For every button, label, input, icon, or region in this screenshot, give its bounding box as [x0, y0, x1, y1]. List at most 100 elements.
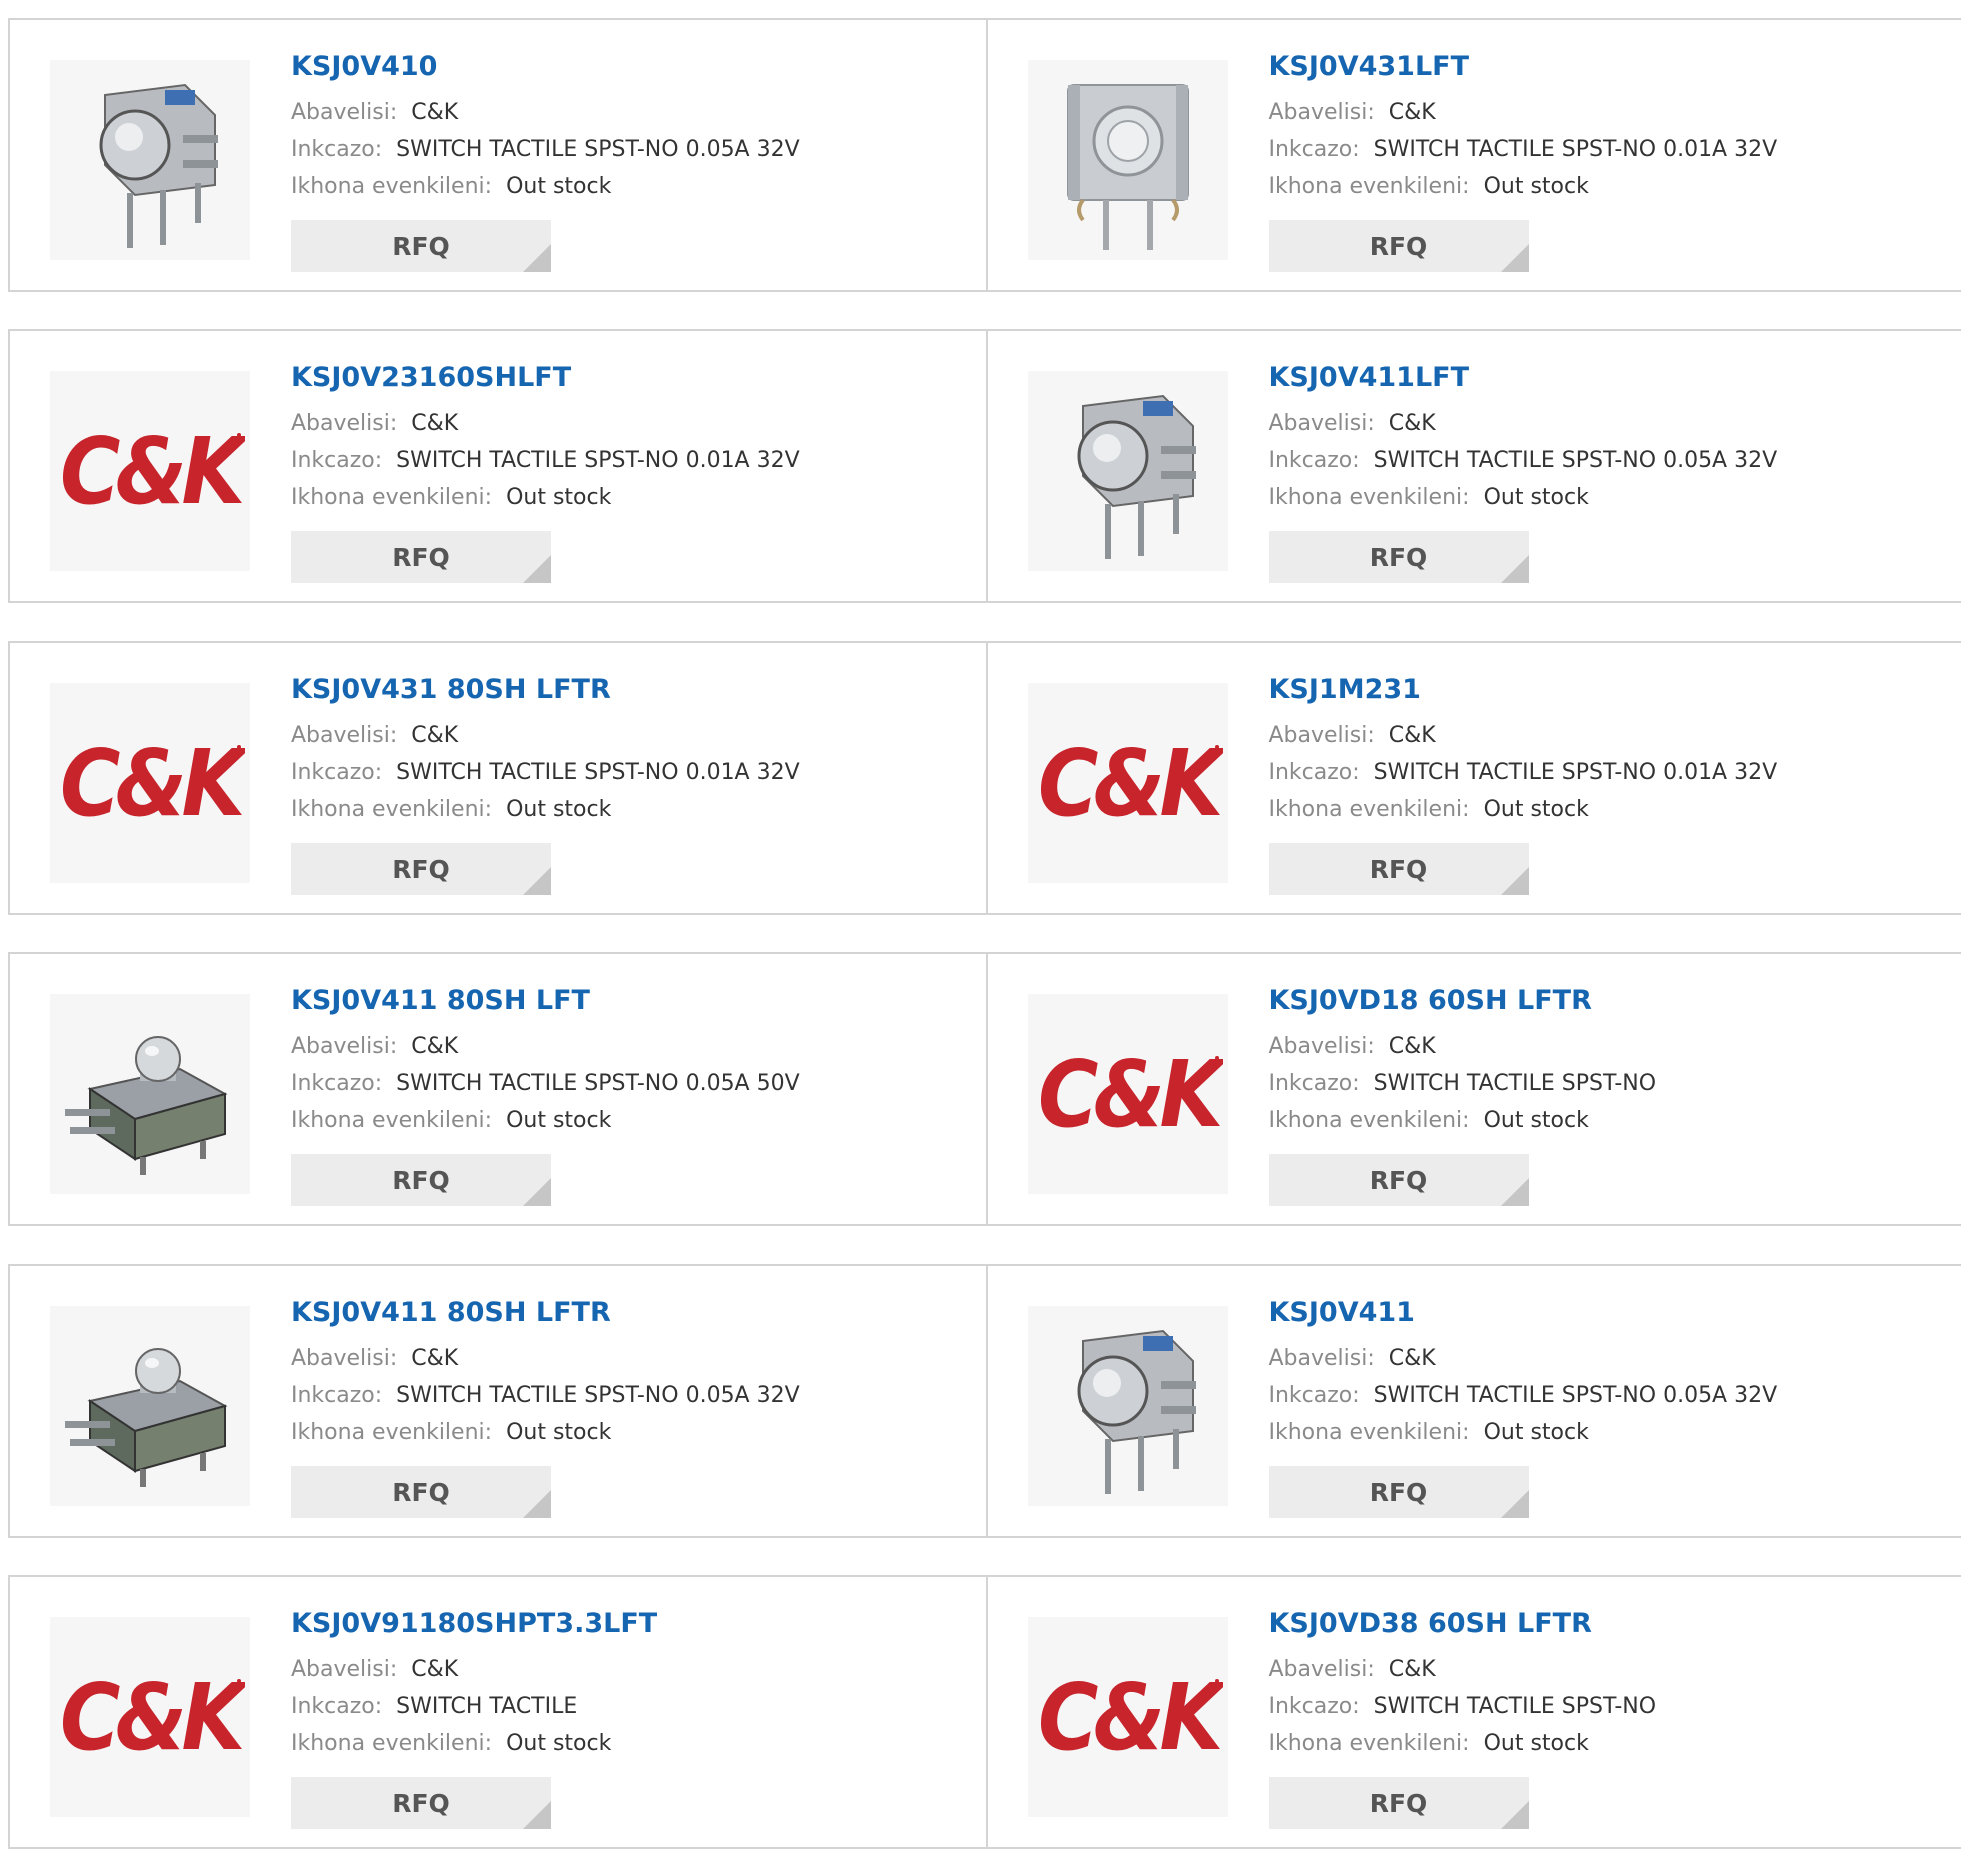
description-value: SWITCH TACTILE SPST-NO 0.01A 32V: [1374, 760, 1777, 785]
description-line: Inkcazo:SWITCH TACTILE SPST-NO 0.05A 32V: [291, 1377, 800, 1414]
description-line: Inkcazo: SWITCH TACTILE SPST-NO: [1269, 1688, 1657, 1725]
product-image[interactable]: C&K: [50, 683, 250, 883]
svg-text:C&K: C&K: [60, 421, 245, 521]
manufacturer-label: Abavelisi:: [291, 1657, 397, 1682]
rfq-label: RFQ: [1370, 1166, 1428, 1195]
description-line: Inkcazo:SWITCH TACTILE SPST-NO 0.01A 32V: [1269, 754, 1778, 791]
stock-line: Ikhona evenkileni: Out stock: [291, 479, 800, 516]
description-line: Inkcazo:SWITCH TACTILE SPST-NO 0.01A 32V: [1269, 131, 1778, 168]
manufacturer-label: Abavelisi:: [1269, 1346, 1375, 1371]
manufacturer-value: C&K: [411, 411, 458, 436]
corner-icon: [523, 555, 551, 583]
manufacturer-label: Abavelisi:: [1269, 411, 1375, 436]
rfq-button[interactable]: RFQ: [291, 220, 551, 272]
manufacturer-value: C&K: [411, 1034, 458, 1059]
manufacturer-label: Abavelisi:: [291, 1034, 397, 1059]
product-info: KSJ0VD38 60SH LFTR Abavelisi:C&K Inkcazo…: [1269, 1605, 1657, 1762]
description-value: SWITCH TACTILE SPST-NO: [1374, 1694, 1656, 1719]
svg-text:C&K: C&K: [1038, 1044, 1223, 1144]
stock-label: Ikhona evenkileni:: [291, 1731, 492, 1756]
manufacturer-line: Abavelisi: C&K: [291, 1028, 800, 1065]
part-number-link[interactable]: KSJ0VD38 60SH LFTR: [1269, 1605, 1657, 1651]
product-image[interactable]: C&K: [50, 371, 250, 571]
description-value: SWITCH TACTILE SPST-NO 0.01A 32V: [1374, 137, 1777, 162]
part-number-link[interactable]: KSJ0V411 80SH LFTR: [291, 1294, 800, 1340]
manufacturer-value: C&K: [1389, 723, 1436, 748]
manufacturer-value: C&K: [1389, 1657, 1436, 1682]
stock-label: Ikhona evenkileni:: [1269, 1731, 1470, 1756]
part-number-link[interactable]: KSJ1M231: [1269, 671, 1778, 717]
description-label: Inkcazo:: [1269, 448, 1360, 473]
product-image[interactable]: [1028, 60, 1228, 260]
rfq-label: RFQ: [1370, 1789, 1428, 1818]
rfq-button[interactable]: RFQ: [291, 1777, 551, 1829]
rfq-button[interactable]: RFQ: [1269, 220, 1529, 272]
product-row: C&K KSJ0V23160SHLFT Abavelisi:C&K Inkcaz…: [8, 329, 1961, 603]
stock-line: Ikhona evenkileni:Out stock: [1269, 479, 1778, 516]
rfq-button[interactable]: RFQ: [291, 1154, 551, 1206]
tactile-switch-side-icon: [1043, 376, 1213, 566]
description-label: Inkcazo:: [1269, 1694, 1360, 1719]
product-info: KSJ0V23160SHLFT Abavelisi:C&K Inkcazo:SW…: [291, 359, 800, 516]
product-image[interactable]: [50, 994, 250, 1194]
part-number-link[interactable]: KSJ0V411: [1269, 1294, 1778, 1340]
corner-icon: [1501, 1801, 1529, 1829]
stock-label: Ikhona evenkileni:: [1269, 485, 1470, 510]
part-number-link[interactable]: KSJ0V431 80SH LFTR: [291, 671, 800, 717]
description-label: Inkcazo:: [291, 137, 382, 162]
rfq-button[interactable]: RFQ: [1269, 1466, 1529, 1518]
svg-text:C&K: C&K: [60, 1667, 245, 1767]
manufacturer-line: Abavelisi: C&K: [1269, 1340, 1778, 1377]
part-number-link[interactable]: KSJ0V23160SHLFT: [291, 359, 800, 405]
stock-line: Ikhona evenkileni:Out stock: [291, 1102, 800, 1139]
rfq-label: RFQ: [392, 543, 450, 572]
description-value: SWITCH TACTILE SPST-NO 0.05A 32V: [1374, 448, 1777, 473]
product-row: C&K KSJ0V431 80SH LFTR Abavelisi:C&K Ink…: [8, 641, 1961, 915]
part-number-link[interactable]: KSJ0V411LFT: [1269, 359, 1778, 405]
stock-label: Ikhona evenkileni:: [1269, 797, 1470, 822]
stock-line: Ikhona evenkileni:Out stock: [291, 791, 800, 828]
part-number-link[interactable]: KSJ0V410: [291, 48, 800, 94]
description-value: SWITCH TACTILE SPST-NO 0.05A 32V: [396, 137, 799, 162]
product-image[interactable]: [50, 1306, 250, 1506]
product-card: C&K KSJ0VD38 60SH LFTR Abavelisi:C&K Ink…: [986, 1577, 1961, 1847]
product-card: C&K KSJ0V431 80SH LFTR Abavelisi:C&K Ink…: [10, 643, 986, 913]
part-number-link[interactable]: KSJ0VD18 60SH LFTR: [1269, 982, 1657, 1028]
product-card: KSJ0V411 80SH LFT Abavelisi:C&K Inkcazo:…: [10, 954, 986, 1224]
rfq-button[interactable]: RFQ: [1269, 1154, 1529, 1206]
stock-value: Out stock: [506, 485, 611, 510]
tactile-switch-side-icon: [1043, 1311, 1213, 1501]
manufacturer-value: C&K: [1389, 1346, 1436, 1371]
rfq-button[interactable]: RFQ: [1269, 1777, 1529, 1829]
product-image[interactable]: [1028, 371, 1228, 571]
description-line: Inkcazo:SWITCH TACTILE SPST-NO 0.01A 32V: [291, 754, 800, 791]
product-image[interactable]: C&K: [50, 1617, 250, 1817]
corner-icon: [1501, 1490, 1529, 1518]
description-label: Inkcazo:: [1269, 1383, 1360, 1408]
corner-icon: [523, 1801, 551, 1829]
product-info: KSJ0V91180SHPT3.3LFT Abavelisi:C&K Inkca…: [291, 1605, 657, 1762]
rfq-button[interactable]: RFQ: [291, 843, 551, 895]
stock-value: Out stock: [506, 1108, 611, 1133]
part-number-link[interactable]: KSJ0V411 80SH LFT: [291, 982, 800, 1028]
product-image[interactable]: C&K: [1028, 683, 1228, 883]
rfq-label: RFQ: [1370, 543, 1428, 572]
rfq-button[interactable]: RFQ: [291, 1466, 551, 1518]
description-value: SWITCH TACTILE: [396, 1694, 577, 1719]
manufacturer-value: C&K: [411, 1346, 458, 1371]
part-number-link[interactable]: KSJ0V91180SHPT3.3LFT: [291, 1605, 657, 1651]
product-info: KSJ0V411 80SH LFT Abavelisi:C&K Inkcazo:…: [291, 982, 800, 1139]
product-image[interactable]: [1028, 1306, 1228, 1506]
rfq-button[interactable]: RFQ: [291, 531, 551, 583]
product-card: KSJ0V411 Abavelisi:C&K Inkcazo:SWITCH TA…: [986, 1266, 1961, 1536]
rfq-button[interactable]: RFQ: [1269, 531, 1529, 583]
product-image[interactable]: [50, 60, 250, 260]
rfq-button[interactable]: RFQ: [1269, 843, 1529, 895]
stock-label: Ikhona evenkileni:: [291, 485, 492, 510]
product-image[interactable]: C&K: [1028, 1617, 1228, 1817]
part-number-link[interactable]: KSJ0V431LFT: [1269, 48, 1778, 94]
manufacturer-label: Abavelisi:: [291, 100, 397, 125]
product-image[interactable]: C&K: [1028, 994, 1228, 1194]
rfq-label: RFQ: [1370, 1478, 1428, 1507]
corner-icon: [1501, 555, 1529, 583]
